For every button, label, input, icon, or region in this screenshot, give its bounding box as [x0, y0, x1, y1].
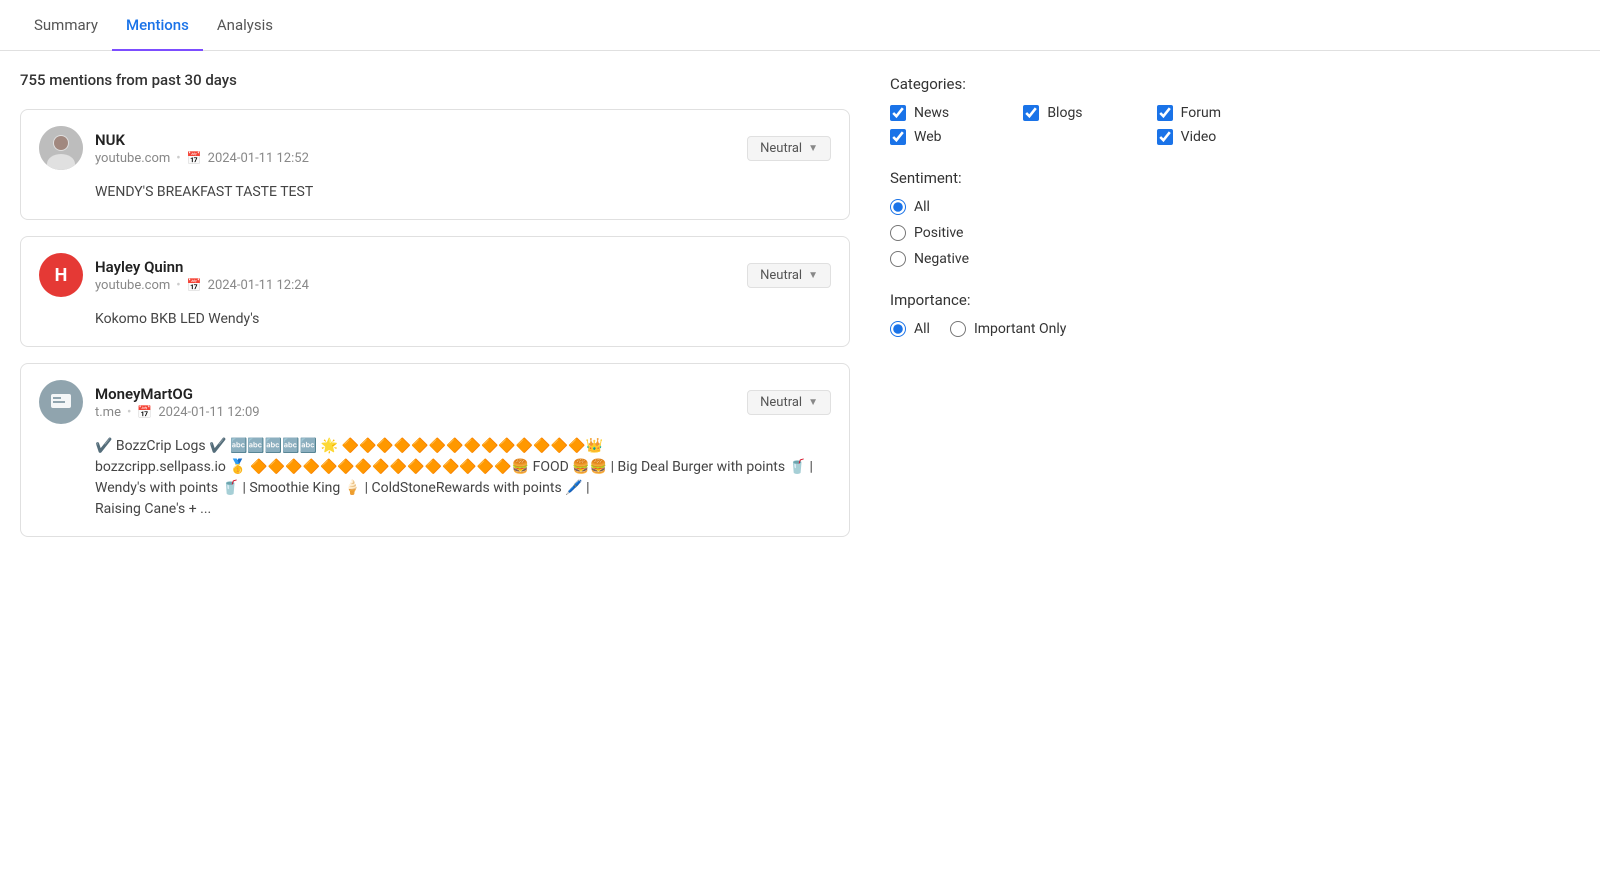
blogs-label: Blogs: [1047, 105, 1082, 121]
sentiment-title: Sentiment:: [890, 169, 1290, 187]
source: t.me: [95, 405, 121, 420]
categories-grid: News Blogs Forum Web Video: [890, 105, 1290, 145]
checkbox-news[interactable]: News: [890, 105, 1023, 121]
date: 2024-01-11 12:52: [208, 151, 309, 166]
forum-label: Forum: [1181, 105, 1221, 121]
sentiment-all-radio[interactable]: [890, 199, 906, 215]
web-label: Web: [914, 129, 942, 145]
chevron-down-icon: ▼: [808, 397, 818, 408]
date: 2024-01-11 12:09: [158, 405, 259, 420]
importance-filter: Importance: All Important Only: [890, 291, 1290, 337]
importance-only-label: Important Only: [974, 321, 1066, 337]
mention-card: NUK youtube.com • 📅 2024-01-11 12:52 Neu…: [20, 109, 850, 220]
tab-mentions[interactable]: Mentions: [112, 0, 203, 50]
news-checkbox[interactable]: [890, 105, 906, 121]
chevron-down-icon: ▼: [808, 270, 818, 281]
tab-analysis[interactable]: Analysis: [203, 0, 287, 50]
filters-column: Categories: News Blogs Forum Web: [890, 71, 1290, 553]
sentiment-positive-label: Positive: [914, 225, 963, 241]
avatar: [39, 380, 83, 424]
main-content: 755 mentions from past 30 days: [0, 51, 1600, 573]
date: 2024-01-11 12:24: [208, 278, 309, 293]
video-checkbox[interactable]: [1157, 129, 1173, 145]
author-name: MoneyMartOG: [95, 385, 260, 403]
checkbox-blogs[interactable]: Blogs: [1023, 105, 1156, 121]
author-meta: youtube.com • 📅 2024-01-11 12:24: [95, 278, 309, 293]
source: youtube.com: [95, 278, 170, 293]
sentiment-label: Neutral: [760, 141, 802, 156]
categories-filter: Categories: News Blogs Forum Web: [890, 75, 1290, 145]
calendar-icon: 📅: [187, 151, 202, 165]
importance-title: Importance:: [890, 291, 1290, 309]
mention-card: MoneyMartOG t.me • 📅 2024-01-11 12:09 Ne…: [20, 363, 850, 537]
mention-content: Kokomo BKB LED Wendy's: [39, 309, 831, 330]
mention-author: NUK youtube.com • 📅 2024-01-11 12:52: [39, 126, 309, 170]
author-name: Hayley Quinn: [95, 258, 309, 276]
sentiment-filter: Sentiment: All Positive Negative: [890, 169, 1290, 267]
sentiment-badge[interactable]: Neutral ▼: [747, 136, 831, 161]
mention-author: H Hayley Quinn youtube.com • 📅 2024-01-1…: [39, 253, 309, 297]
chevron-down-icon: ▼: [808, 143, 818, 154]
source: youtube.com: [95, 151, 170, 166]
sentiment-negative-radio[interactable]: [890, 251, 906, 267]
mention-header: H Hayley Quinn youtube.com • 📅 2024-01-1…: [39, 253, 831, 297]
blogs-checkbox[interactable]: [1023, 105, 1039, 121]
avatar-initial: H: [55, 265, 68, 286]
mention-content: WENDY'S BREAKFAST TASTE TEST: [39, 182, 831, 203]
sentiment-badge[interactable]: Neutral ▼: [747, 263, 831, 288]
sentiment-positive-radio[interactable]: [890, 225, 906, 241]
importance-only[interactable]: Important Only: [950, 321, 1066, 337]
checkbox-forum[interactable]: Forum: [1157, 105, 1290, 121]
author-meta: youtube.com • 📅 2024-01-11 12:52: [95, 151, 309, 166]
calendar-icon: 📅: [137, 405, 152, 419]
sentiment-badge[interactable]: Neutral ▼: [747, 390, 831, 415]
mention-author: MoneyMartOG t.me • 📅 2024-01-11 12:09: [39, 380, 260, 424]
news-label: News: [914, 105, 949, 121]
importance-all-radio[interactable]: [890, 321, 906, 337]
author-info: NUK youtube.com • 📅 2024-01-11 12:52: [95, 131, 309, 166]
sentiment-negative-label: Negative: [914, 251, 969, 267]
author-info: MoneyMartOG t.me • 📅 2024-01-11 12:09: [95, 385, 260, 420]
tab-summary[interactable]: Summary: [20, 0, 112, 50]
mention-header: NUK youtube.com • 📅 2024-01-11 12:52 Neu…: [39, 126, 831, 170]
web-checkbox[interactable]: [890, 129, 906, 145]
importance-only-radio[interactable]: [950, 321, 966, 337]
author-name: NUK: [95, 131, 309, 149]
sentiment-label: Neutral: [760, 268, 802, 283]
forum-checkbox[interactable]: [1157, 105, 1173, 121]
video-label: Video: [1181, 129, 1217, 145]
calendar-icon: 📅: [187, 278, 202, 292]
sentiment-negative[interactable]: Negative: [890, 251, 1290, 267]
importance-all-label: All: [914, 321, 930, 337]
sentiment-all[interactable]: All: [890, 199, 1290, 215]
checkbox-web[interactable]: Web: [890, 129, 1023, 145]
checkbox-video[interactable]: Video: [1157, 129, 1290, 145]
mention-card: H Hayley Quinn youtube.com • 📅 2024-01-1…: [20, 236, 850, 347]
mentions-summary: 755 mentions from past 30 days: [20, 71, 850, 89]
sentiment-label: Neutral: [760, 395, 802, 410]
mentions-column: 755 mentions from past 30 days: [20, 71, 890, 553]
sentiment-radio-group: All Positive Negative: [890, 199, 1290, 267]
importance-all[interactable]: All: [890, 321, 930, 337]
avatar: [39, 126, 83, 170]
author-info: Hayley Quinn youtube.com • 📅 2024-01-11 …: [95, 258, 309, 293]
categories-title: Categories:: [890, 75, 1290, 93]
sentiment-positive[interactable]: Positive: [890, 225, 1290, 241]
mention-content: ✔️ BozzCrip Logs ✔️ 🔤🔤🔤🔤🔤 🌟 🔶🔶🔶🔶🔶🔶🔶🔶🔶🔶🔶🔶…: [39, 436, 831, 520]
importance-row: All Important Only: [890, 321, 1290, 337]
tabs-nav: Summary Mentions Analysis: [0, 0, 1600, 51]
sentiment-all-label: All: [914, 199, 930, 215]
mention-header: MoneyMartOG t.me • 📅 2024-01-11 12:09 Ne…: [39, 380, 831, 424]
avatar: H: [39, 253, 83, 297]
author-meta: t.me • 📅 2024-01-11 12:09: [95, 405, 260, 420]
